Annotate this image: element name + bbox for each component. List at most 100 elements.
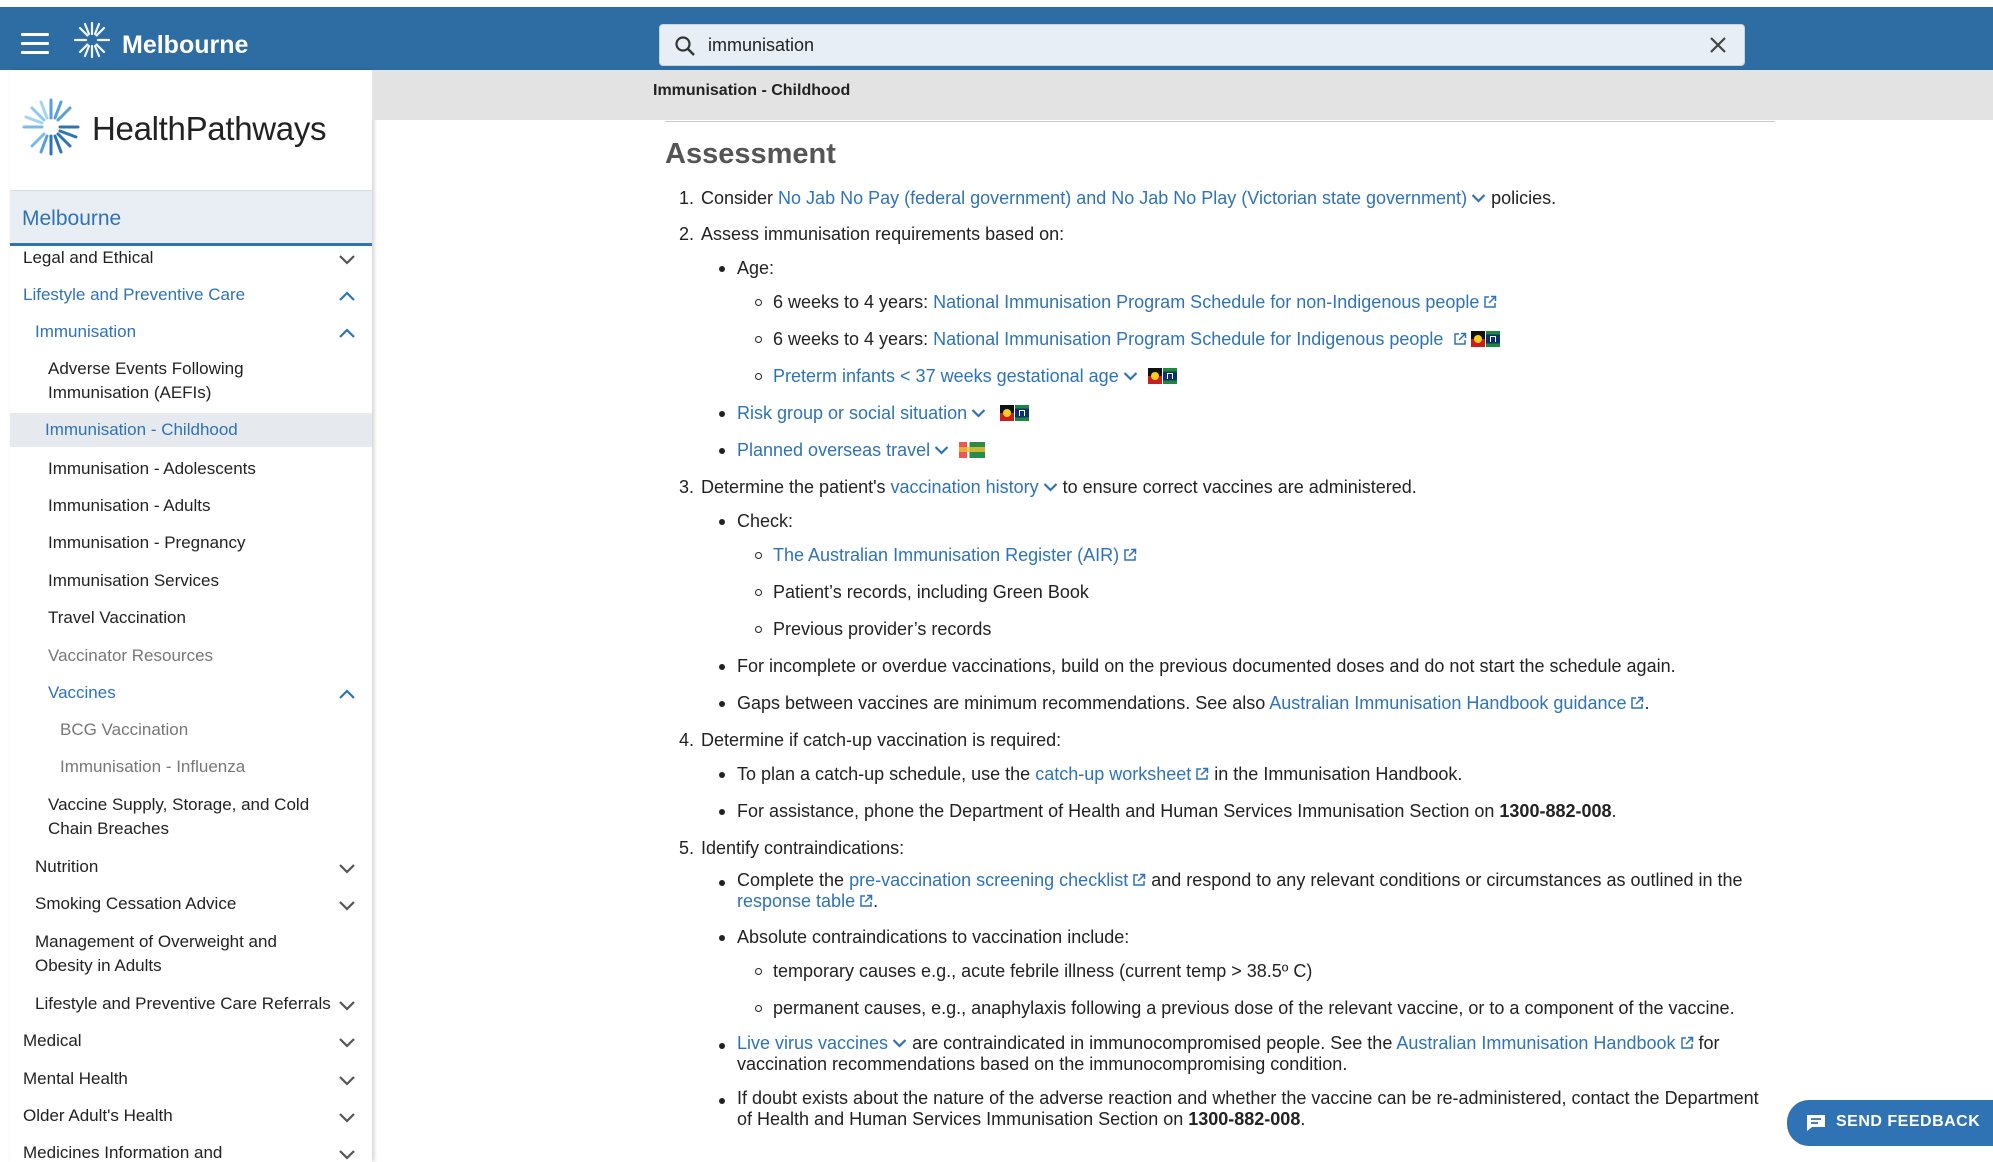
chevron-down-icon[interactable] xyxy=(338,999,356,1011)
chevron-down-icon[interactable] xyxy=(338,899,356,911)
sidebar-item[interactable]: Immunisation - Adolescents xyxy=(10,457,372,481)
sidebar-item[interactable]: Smoking Cessation Advice xyxy=(10,892,372,916)
external-link-icon[interactable] xyxy=(1680,1036,1694,1050)
chevron-down-icon[interactable] xyxy=(338,1074,356,1086)
dropdown-icon[interactable] xyxy=(1471,193,1486,203)
sidebar: HealthPathways Melbourne Legal and Ethic… xyxy=(10,70,372,1162)
sidebar-item[interactable]: Vaccines xyxy=(10,681,372,705)
sidebar-item-label: Older Adult's Health xyxy=(23,1106,173,1125)
sidebar-item[interactable]: Management of Overweight and Obesity in … xyxy=(10,930,372,978)
dropdown-icon[interactable] xyxy=(1043,482,1058,492)
dropdown-icon[interactable] xyxy=(892,1038,907,1048)
chevron-down-icon[interactable] xyxy=(338,1111,356,1123)
step-3: 3. Determine the patient's vaccination hi… xyxy=(665,475,1795,715)
sidebar-item[interactable]: BCG Vaccination xyxy=(10,718,372,742)
aboriginal-flag-icon xyxy=(1471,331,1501,347)
air-link[interactable]: The Australian Immunisation Register (AI… xyxy=(773,545,1119,565)
list-item: Risk group or social situation xyxy=(701,401,1795,425)
divider xyxy=(665,121,1775,122)
sidebar-item[interactable]: Immunisation - Influenza xyxy=(10,755,372,779)
send-feedback-button[interactable]: SEND FEEDBACK xyxy=(1787,1100,1993,1146)
external-link-icon[interactable] xyxy=(1132,873,1146,887)
sidebar-item[interactable]: Immunisation - Childhood xyxy=(10,413,372,447)
search-input[interactable] xyxy=(708,25,1668,65)
external-link-icon[interactable] xyxy=(1453,332,1467,346)
sidebar-item[interactable]: Lifestyle and Preventive Care Referrals xyxy=(10,992,372,1016)
chevron-up-icon[interactable] xyxy=(338,327,356,339)
dropdown-icon[interactable] xyxy=(1123,371,1138,381)
list-item: Preterm infants < 37 weeks gestational a… xyxy=(737,364,1795,388)
sidebar-item-label: Medical xyxy=(23,1031,82,1050)
dropdown-icon[interactable] xyxy=(934,445,949,455)
screening-checklist-link[interactable]: pre-vaccination screening checklist xyxy=(849,870,1128,890)
close-icon[interactable] xyxy=(1708,35,1728,55)
chevron-down-icon[interactable] xyxy=(338,1036,356,1048)
healthpathways-logo-text: HealthPathways xyxy=(92,110,327,147)
sidebar-item-label: Immunisation - Pregnancy xyxy=(48,533,246,552)
nip-schedule-non-indigenous-link[interactable]: National Immunisation Program Schedule f… xyxy=(933,292,1479,312)
risk-group-link[interactable]: Risk group or social situation xyxy=(737,403,986,423)
sidebar-item[interactable]: Immunisation Services xyxy=(10,569,372,593)
step-5: 5. Identify contraindications: Complete t… xyxy=(665,836,1795,1130)
region-label: Melbourne xyxy=(22,207,122,230)
list-item: Live virus vaccines are contraindicated … xyxy=(701,1033,1775,1075)
vaccination-history-link[interactable]: vaccination history xyxy=(891,477,1058,497)
external-link-icon[interactable] xyxy=(1630,696,1644,710)
preterm-infants-link[interactable]: Preterm infants < 37 weeks gestational a… xyxy=(773,366,1138,386)
aboriginal-flag-icon xyxy=(1147,368,1177,384)
no-jab-link[interactable]: No Jab No Pay (federal government) and N… xyxy=(778,188,1486,208)
nip-schedule-indigenous-link[interactable]: National Immunisation Program Schedule f… xyxy=(933,329,1443,349)
sidebar-item-label: Lifestyle and Preventive Care xyxy=(23,285,246,304)
step-4: 4. Determine if catch-up vaccination is r… xyxy=(665,728,1795,823)
list-item: 6 weeks to 4 years: National Immunisatio… xyxy=(737,290,1795,314)
list-item: Complete the pre-vaccination screening c… xyxy=(701,870,1775,912)
response-table-link[interactable]: response table xyxy=(737,891,855,911)
live-virus-vaccines-link[interactable]: Live virus vaccines xyxy=(737,1033,907,1053)
sidebar-item[interactable]: Vaccine Supply, Storage, and Cold Chain … xyxy=(10,793,372,841)
handbook-guidance-link[interactable]: Australian Immunisation Handbook guidanc… xyxy=(1269,693,1626,713)
list-item: Gaps between vaccines are minimum recomm… xyxy=(701,691,1795,715)
external-link-icon[interactable] xyxy=(1123,548,1137,562)
top-bar: Melbourne xyxy=(0,0,1993,70)
feedback-icon xyxy=(1807,1115,1825,1131)
chevron-down-icon[interactable] xyxy=(338,862,356,874)
brand-name[interactable]: Melbourne xyxy=(122,31,248,60)
sidebar-item[interactable]: Legal and Ethical xyxy=(10,246,372,270)
chevron-up-icon[interactable] xyxy=(338,290,356,302)
sidebar-item[interactable]: Nutrition xyxy=(10,855,372,879)
external-link-icon[interactable] xyxy=(1195,767,1209,781)
sidebar-item[interactable]: Immunisation - Pregnancy xyxy=(10,531,372,555)
sidebar-item[interactable]: Medicines Information and Resources xyxy=(10,1141,372,1162)
immunisation-handbook-link[interactable]: Australian Immunisation Handbook xyxy=(1396,1033,1675,1053)
sidebar-item[interactable]: Immunisation xyxy=(10,320,372,344)
overseas-travel-link[interactable]: Planned overseas travel xyxy=(737,440,949,460)
list-item: permanent causes, e.g., anaphylaxis foll… xyxy=(737,996,1775,1020)
phone-number: 1300-882-008 xyxy=(1188,1109,1301,1129)
chevron-up-icon[interactable] xyxy=(338,688,356,700)
external-link-icon[interactable] xyxy=(1483,295,1497,309)
catch-up-worksheet-link[interactable]: catch-up worksheet xyxy=(1035,764,1191,784)
menu-icon[interactable] xyxy=(21,33,49,55)
sidebar-item[interactable]: Medical xyxy=(10,1029,372,1053)
sidebar-item[interactable]: Travel Vaccination xyxy=(10,606,372,630)
aboriginal-flag-icon xyxy=(1000,405,1030,421)
external-link-icon[interactable] xyxy=(859,894,873,908)
dropdown-icon[interactable] xyxy=(971,408,986,418)
sidebar-item[interactable]: Mental Health xyxy=(10,1067,372,1091)
sidebar-item[interactable]: Immunisation - Adults xyxy=(10,494,372,518)
sidebar-item[interactable]: Adverse Events Following Immunisation (A… xyxy=(10,357,372,405)
search-icon[interactable] xyxy=(674,35,696,57)
breadcrumb: Immunisation - Childhood xyxy=(653,82,851,99)
sidebar-item-label: Management of Overweight and Obesity in … xyxy=(35,932,277,975)
region-header[interactable]: Melbourne xyxy=(10,190,372,246)
sidebar-item-label: Immunisation - Adolescents xyxy=(48,459,256,478)
sidebar-item[interactable]: Lifestyle and Preventive Care xyxy=(10,283,372,307)
sidebar-item[interactable]: Older Adult's Health xyxy=(10,1104,372,1128)
step-1: 1. Consider No Jab No Pay (federal govern… xyxy=(679,188,1557,208)
list-item: If doubt exists about the nature of the … xyxy=(701,1088,1775,1130)
list-item: 6 weeks to 4 years: National Immunisatio… xyxy=(737,327,1795,351)
sidebar-item-label: Legal and Ethical xyxy=(23,248,154,267)
chevron-down-icon[interactable] xyxy=(338,1148,356,1160)
sidebar-item[interactable]: Vaccinator Resources xyxy=(10,644,372,668)
chevron-down-icon[interactable] xyxy=(338,253,356,265)
